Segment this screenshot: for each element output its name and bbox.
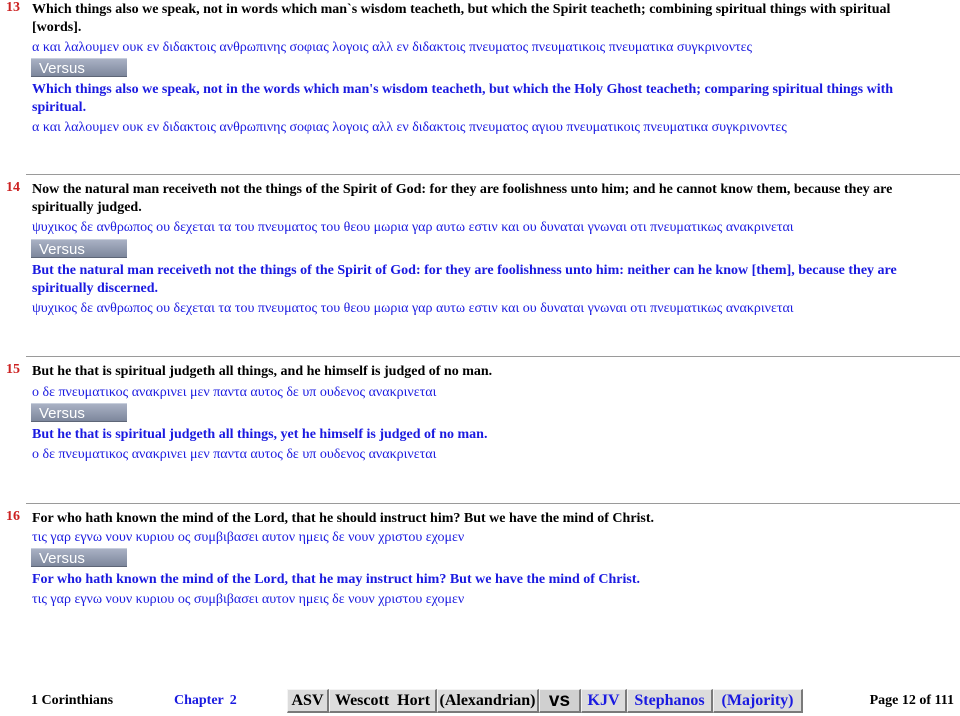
greek-text: τις γαρ εγνω νουν κυριου ος συμβιβασει α… xyxy=(32,592,465,607)
kjv-text-line: spiritually judged. xyxy=(32,200,142,215)
divider xyxy=(26,174,960,175)
alt-text-line: For who hath known the mind of the Lord,… xyxy=(32,572,641,587)
book-title: 1 Corinthians xyxy=(31,693,114,708)
greek-text: ο δε πνευματικος ανακρινει μεν παντα αυτ… xyxy=(32,385,437,400)
kjv-text-line: Now the natural man receiveth not the th… xyxy=(32,182,893,197)
versus-label: Versus xyxy=(31,403,127,422)
versus-label: Versus xyxy=(31,239,127,258)
verse-number: 15 xyxy=(6,362,20,377)
alt-text-line: spiritual. xyxy=(32,100,87,115)
greek-text: α και λαλουμεν ουκ εν διδακτοις ανθρωπιν… xyxy=(32,40,753,55)
tab-majority[interactable]: (Majority) xyxy=(713,689,803,713)
alt-text-line: But he that is spiritual judgeth all thi… xyxy=(32,427,488,442)
greek-text: ο δε πνευματικος ανακρινει μεν παντα αυτ… xyxy=(32,447,437,462)
kjv-text-line: But he that is spiritual judgeth all thi… xyxy=(32,364,493,379)
versus-label: Versus xyxy=(31,548,127,567)
divider xyxy=(26,503,960,504)
tab-kjv[interactable]: KJV xyxy=(581,689,627,713)
verse-number: 13 xyxy=(6,0,20,15)
alt-text-line: Which things also we speak, not in the w… xyxy=(32,82,894,97)
chapter-number: 2 xyxy=(229,693,237,708)
chapter-label: Chapter xyxy=(174,693,224,708)
verse-number: 16 xyxy=(6,509,20,524)
chapter-indicator: Chapter 2 xyxy=(174,693,237,709)
tab-asv[interactable]: ASV xyxy=(287,689,329,713)
kjv-text-line: For who hath known the mind of the Lord,… xyxy=(32,511,655,526)
tab-alexandrian[interactable]: (Alexandrian) xyxy=(437,689,539,713)
greek-text: ψυχικος δε ανθρωπος ου δεχεται τα του πν… xyxy=(32,301,794,316)
alt-text-line: But the natural man receiveth not the th… xyxy=(32,263,897,278)
verse-number: 14 xyxy=(6,180,20,195)
tab-wescott-hort[interactable]: Wescott Hort xyxy=(329,689,437,713)
kjv-text-line: [words]. xyxy=(32,20,82,35)
page-indicator: Page 12 of 111 xyxy=(869,693,954,708)
versus-label: Versus xyxy=(31,58,127,77)
greek-text: ψυχικος δε ανθρωπος ου δεχεται τα του πν… xyxy=(32,220,794,235)
footer-bar: 1 Corinthians Chapter 2 ASV Wescott Hort … xyxy=(0,686,960,716)
divider xyxy=(26,356,960,357)
tab-vs[interactable]: vs xyxy=(539,689,581,713)
tab-stephanos[interactable]: Stephanos xyxy=(627,689,713,713)
greek-text: α και λαλουμεν ουκ εν διδακτοις ανθρωπιν… xyxy=(32,120,787,135)
greek-text: τις γαρ εγνω νουν κυριου ος συμβιβασει α… xyxy=(32,530,465,545)
kjv-text-line: Which things also we speak, not in words… xyxy=(32,2,891,17)
alt-text-line: spiritually discerned. xyxy=(32,281,159,296)
